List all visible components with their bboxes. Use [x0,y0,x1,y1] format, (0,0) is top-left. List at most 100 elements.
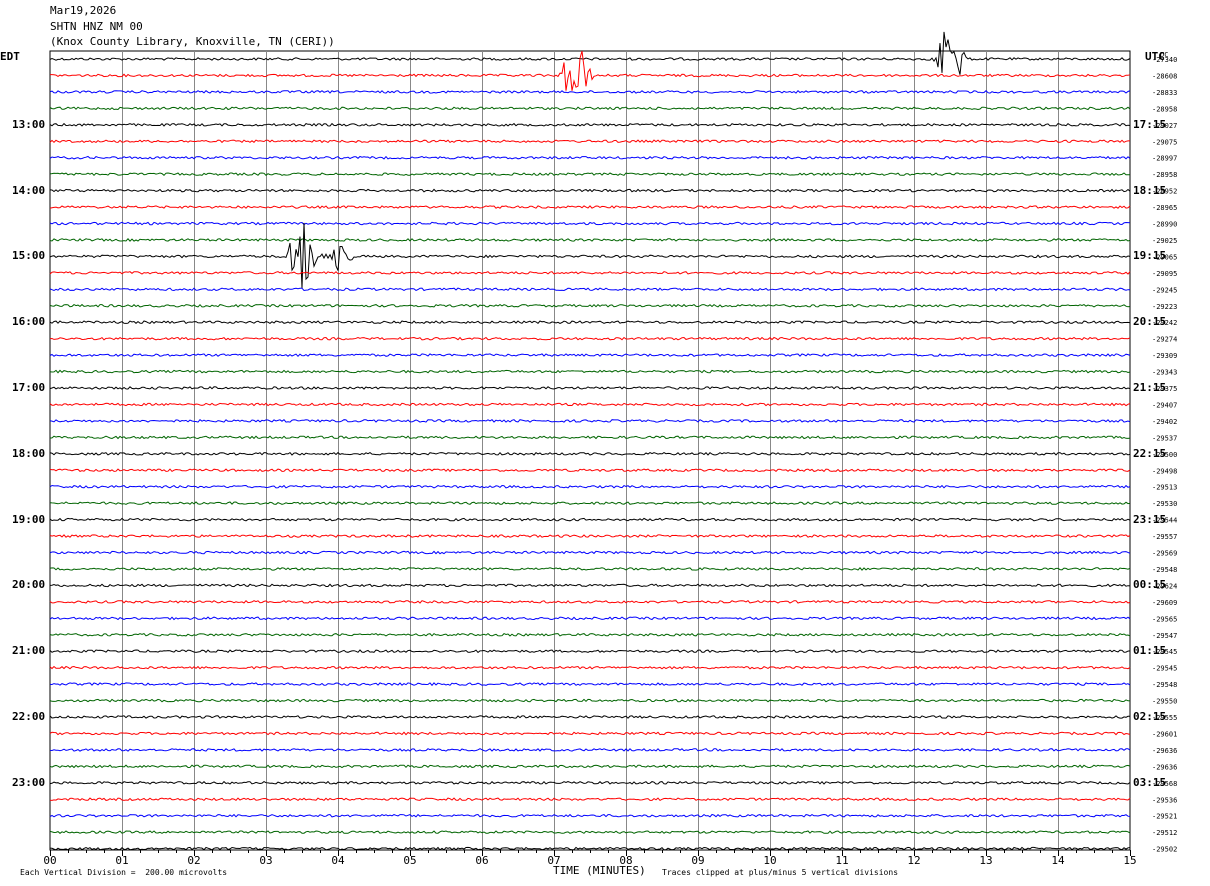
trace-line [49,139,1130,144]
trace-line [49,501,1131,505]
trace-line [49,320,1131,325]
dc-offset-label: -29521 [1152,813,1177,821]
dc-offset-label: -29274 [1152,336,1177,344]
x-tick-label: 13 [979,854,992,867]
dc-offset-label: -28608 [1152,72,1177,80]
left-hour-label: 22:00 [12,710,46,723]
trace-line [49,715,1130,719]
left-hour-label: 13:00 [12,117,46,131]
x-tick-label: 11 [835,854,848,867]
dc-offset-label: -29609 [1152,599,1177,607]
dc-offset-label: -29245 [1152,286,1177,294]
trace-line [49,764,1131,769]
date-label: Mar19,2026 [50,4,117,17]
trace-line [49,731,1131,736]
trace-line [49,122,1131,127]
trace-line [49,830,1131,834]
location-label: (Knox County Library, Knoxville, TN (CER… [50,35,335,48]
dc-offset-label: -29402 [1152,418,1177,426]
dc-offset-label: -28958 [1152,171,1177,179]
dc-offset-label: -29545 [1152,665,1177,673]
trace-line [49,353,1131,358]
dc-offset-label: -29550 [1152,698,1177,706]
dc-offset-label: -28990 [1152,221,1177,229]
x-tick-label: 03 [259,854,272,867]
x-tick-label: 10 [763,854,776,867]
right-hour-label: 23:15 [1133,512,1167,526]
trace-line [49,517,1131,522]
clip-note: Traces clipped at plus/minus 5 vertical … [662,868,899,877]
left-hour-label: 14:00 [12,183,46,197]
dc-offset-label: -29498 [1152,467,1177,475]
left-hour-label: 17:00 [12,381,46,394]
trace-line [49,419,1131,423]
dc-offset-label: -29309 [1152,352,1177,360]
dc-offset-label: -29223 [1152,303,1177,311]
dc-offset-label: -29601 [1152,730,1177,738]
trace-line [49,468,1131,473]
dc-offset-label: -29530 [1152,500,1177,508]
dc-offset-label: -29557 [1152,533,1177,541]
x-tick-label: 02 [187,854,200,867]
right-hour-label: 19:15 [1133,249,1167,263]
left-hour-label: 20:00 [12,578,46,592]
right-hour-label: 01:15 [1133,644,1167,658]
x-axis-title: TIME (MINUTES) [553,864,646,877]
trace-line [49,682,1131,687]
trace-line [49,534,1131,538]
minute-grid [49,50,1131,851]
dc-offset-label: -29407 [1152,401,1177,409]
dc-offset-label: -29095 [1152,270,1177,278]
trace-line [49,287,1131,292]
dc-offset-label: -29565 [1152,615,1177,623]
right-hour-label: 03:15 [1133,775,1167,789]
dc-offset-label: -29548 [1152,566,1177,574]
plot-frame [49,50,1131,851]
right-hour-label: 00:15 [1133,578,1167,592]
trace-line [49,369,1131,374]
trace-line [49,303,1131,308]
left-hour-label: 23:00 [12,775,46,789]
x-tick-label: 05 [403,854,416,867]
dc-offset-label: -28997 [1152,155,1177,163]
right-hour-label: 18:15 [1133,183,1167,197]
left-hour-label: 19:00 [12,512,46,526]
x-tick-label: 01 [115,854,128,867]
trace-line [49,665,1131,670]
trace-line [49,649,1131,654]
trace-line [49,599,1131,604]
trace-line [49,780,1131,785]
dc-offset-label: -28833 [1152,89,1177,97]
right-hour-label: 21:15 [1133,381,1167,394]
x-tick-label: 15 [1123,854,1136,867]
dc-offset-label: -29502 [1152,846,1177,854]
dc-offset-label: -29025 [1152,237,1177,245]
trace-line [49,698,1131,703]
left-hour-label: 16:00 [12,315,46,329]
dc-offset-label: -29536 [1152,796,1177,804]
trace-line [49,797,1131,802]
x-tick-label: 00 [43,854,56,867]
trace-line [49,435,1131,440]
dc-offset-label: -28965 [1152,204,1177,212]
dc-offset-label: -29569 [1152,550,1177,558]
trace-line [49,550,1131,555]
dc-offset-label: -29547 [1152,632,1177,640]
left-hour-label: 18:00 [12,446,46,460]
trace-line [49,238,1131,242]
x-tick-label: 06 [475,854,488,867]
dc-offset-label: -29636 [1152,763,1177,771]
trace-line [49,616,1131,621]
trace-line [49,172,1130,177]
dc-offset-label: -28958 [1152,105,1177,113]
trace-line [49,583,1131,588]
trace-line [49,106,1131,111]
right-hour-label: 22:15 [1133,446,1167,460]
helicorder-plot: DC-27340-28608-28833-28958-29027-29075-2… [43,31,1177,867]
dc-offset-label: -29075 [1152,138,1177,146]
trace-line [49,155,1131,160]
trace-line [49,222,1131,289]
x-tick-label: 12 [907,854,920,867]
trace-line [49,221,1131,226]
trace-line [49,205,1131,209]
